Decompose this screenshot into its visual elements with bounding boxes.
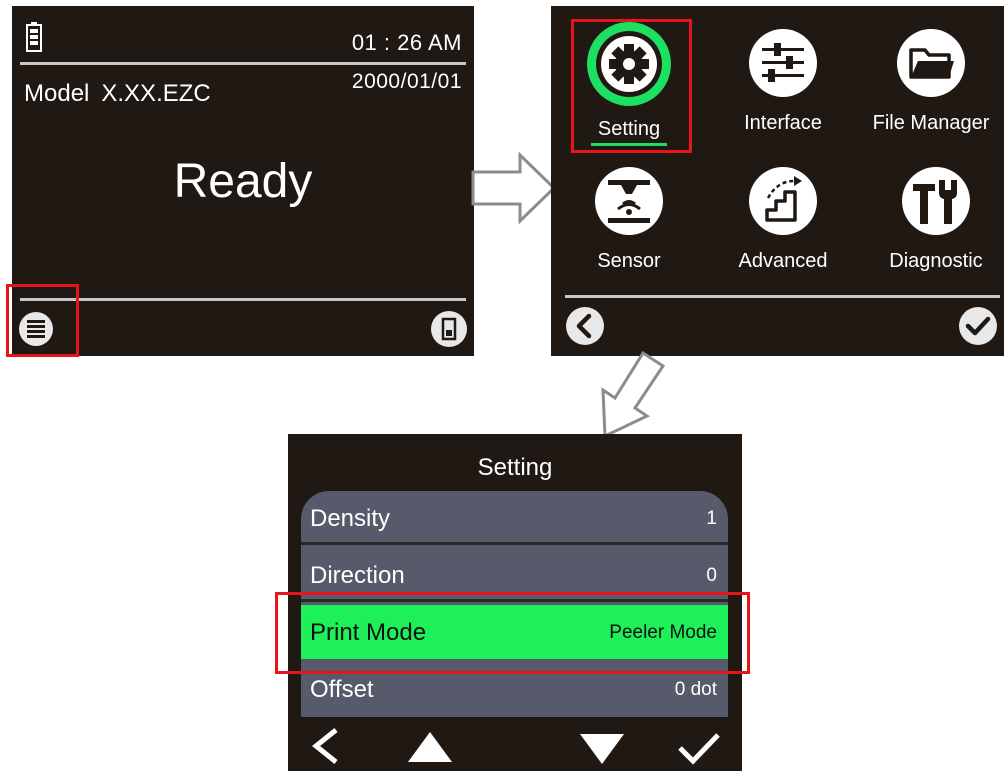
model-label: Model bbox=[24, 80, 90, 107]
menu-item-interface[interactable]: Interface bbox=[723, 16, 843, 135]
setting-value: 0 dot bbox=[674, 679, 717, 700]
setting-value: 1 bbox=[706, 508, 717, 529]
menu-item-label: Diagnostic bbox=[889, 250, 983, 272]
clock-time: 01 : 26 AM bbox=[351, 30, 462, 55]
model-info: Model X.XX.EZC bbox=[24, 80, 211, 108]
menu-highlight-box bbox=[6, 284, 79, 357]
up-icon[interactable] bbox=[406, 730, 454, 764]
divider bbox=[20, 298, 466, 301]
print-mode-highlight-box bbox=[275, 592, 750, 674]
back-icon[interactable] bbox=[308, 726, 344, 766]
ready-screen: 01 : 26 AM Model X.XX.EZC 2000/01/01 Read… bbox=[12, 6, 474, 356]
sensor-icon bbox=[595, 167, 663, 235]
status-text: Ready bbox=[173, 155, 313, 208]
setting-row-density[interactable]: Density 1 bbox=[301, 491, 728, 545]
divider bbox=[565, 295, 1000, 298]
battery-icon bbox=[26, 22, 42, 52]
menu-item-sensor[interactable]: Sensor bbox=[569, 166, 689, 273]
menu-item-label: File Manager bbox=[872, 112, 990, 134]
menu-item-label: Interface bbox=[744, 112, 822, 134]
menu-item-file-manager[interactable]: File Manager bbox=[871, 16, 991, 135]
menu-item-label: Sensor bbox=[597, 250, 661, 272]
screen-title: Setting bbox=[477, 454, 553, 481]
menu-item-label: Advanced bbox=[738, 250, 828, 272]
date: 2000/01/01 bbox=[351, 70, 462, 93]
menu-item-advanced[interactable]: Advanced bbox=[723, 166, 843, 273]
check-icon[interactable] bbox=[958, 306, 998, 346]
row-divider bbox=[301, 542, 728, 545]
back-icon[interactable] bbox=[565, 306, 605, 346]
arrow-down-icon bbox=[601, 350, 666, 439]
stairs-icon bbox=[749, 167, 817, 235]
setting-name: Density bbox=[310, 505, 391, 532]
setting-name: Offset bbox=[310, 676, 374, 703]
setting-value: 0 bbox=[706, 565, 717, 586]
down-icon[interactable] bbox=[578, 732, 626, 766]
menu-item-diagnostic[interactable]: Diagnostic bbox=[876, 166, 996, 273]
setting-highlight-box bbox=[571, 19, 692, 153]
tools-icon bbox=[902, 167, 970, 235]
setting-name: Direction bbox=[310, 562, 405, 589]
media-icon[interactable] bbox=[430, 310, 468, 348]
folder-icon bbox=[897, 29, 965, 97]
check-icon[interactable] bbox=[676, 730, 722, 766]
model-version: X.XX.EZC bbox=[101, 80, 211, 107]
arrow-right-icon bbox=[471, 152, 557, 224]
divider bbox=[20, 62, 466, 65]
sliders-icon bbox=[749, 29, 817, 97]
